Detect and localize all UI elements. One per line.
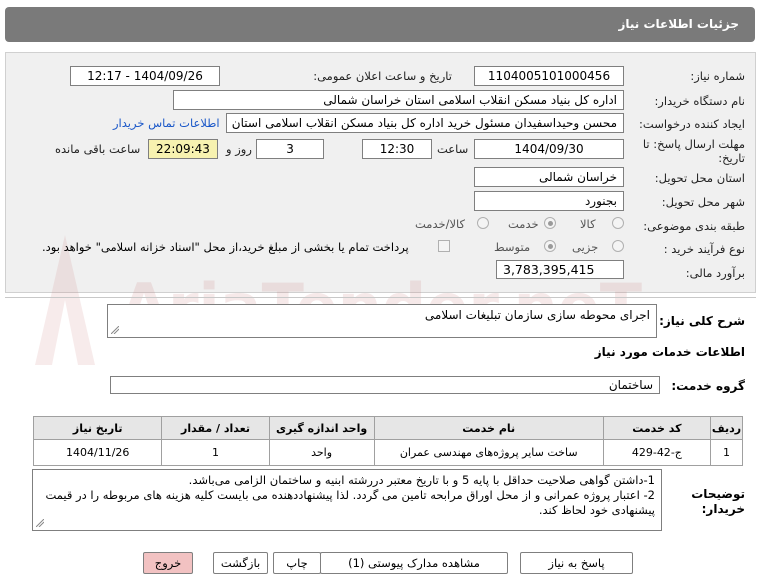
deadline-time-field: 12:30: [362, 139, 432, 159]
process-medium-radio[interactable]: [544, 240, 556, 252]
remaining-label: ساعت باقی مانده: [55, 142, 141, 156]
print-button[interactable]: چاپ: [273, 552, 321, 574]
buyer-note-2: 2- اعتبار پروژه عمرانی و از محل اوراق مر…: [45, 488, 655, 517]
buyer-notes-label-2: خریدار:: [701, 502, 745, 516]
public-announce-field: 1404/09/26 - 12:17: [70, 66, 220, 86]
service-group-field: ساختمان: [110, 376, 660, 394]
page-title: جزئیات اطلاعات نیاز: [618, 17, 739, 31]
table-header-row: ردیف کد خدمت نام خدمت واحد اندازه گیری ت…: [32, 416, 744, 440]
table-row: 1 ج-42-429 ساخت سایر پروژه‌های مهندسی عم…: [32, 439, 744, 466]
col-unit: واحد اندازه گیری: [268, 416, 375, 440]
treasury-note: پرداخت تمام یا بخشی از مبلغ خرید،از محل …: [42, 240, 409, 254]
services-table-wrap: ردیف کد خدمت نام خدمت واحد اندازه گیری ت…: [32, 416, 744, 466]
province-label: استان محل تحویل:: [654, 171, 745, 185]
days-label: روز و: [226, 142, 252, 156]
estimate-field: 3,783,395,415: [496, 260, 624, 279]
cell-need-date: 1404/11/26: [32, 439, 163, 466]
requester-field: محسن وحیداسفیدان مسئول خرید اداره کل بنی…: [226, 113, 624, 133]
watermark-logo: [30, 235, 95, 365]
cell-row: 1: [709, 439, 744, 466]
days-field: 3: [256, 139, 324, 159]
category-service-radio[interactable]: [544, 217, 556, 229]
province-field: خراسان شمالی: [474, 167, 624, 187]
page-header: جزئیات اطلاعات نیاز: [0, 0, 761, 45]
buyer-org-field: اداره کل بنیاد مسکن انقلاب اسلامی استان …: [173, 90, 624, 110]
description-field: اجرای محوطه سازی سازمان تبلیغات اسلامی: [107, 304, 657, 338]
buyer-notes-field: 1-داشتن گواهی صلاحیت حداقل با پایه 5 و ب…: [32, 469, 662, 531]
attachments-button[interactable]: مشاهده مدارک پیوستی (1): [320, 552, 508, 574]
resize-grip-icon[interactable]: [36, 519, 44, 527]
category-goods-label: کالا: [580, 217, 596, 231]
description-label: شرح کلی نیاز:: [659, 314, 745, 328]
need-number-field: 1104005101000456: [474, 66, 624, 86]
cell-service-name: ساخت سایر پروژه‌های مهندسی عمران: [373, 439, 604, 466]
remaining-time-field: 22:09:43: [148, 139, 218, 159]
buyer-contact-link[interactable]: اطلاعات تماس خریدار: [113, 116, 220, 130]
buyer-org-label: نام دستگاه خریدار:: [654, 94, 745, 108]
cell-unit: واحد: [268, 439, 375, 466]
cell-quantity: 1: [161, 439, 270, 466]
service-group-label: گروه خدمت:: [671, 379, 745, 393]
need-number-label: شماره نیاز:: [690, 69, 745, 83]
category-goods-service-radio[interactable]: [477, 217, 489, 229]
process-medium-label: متوسط: [494, 240, 531, 254]
category-label: طبقه بندی موضوعی:: [643, 219, 745, 233]
col-need-date: تاریخ نیاز: [32, 416, 163, 440]
deadline-label: مهلت ارسال پاسخ: تا: [642, 137, 745, 151]
city-field: بجنورد: [474, 191, 624, 211]
resize-grip-icon[interactable]: [111, 326, 119, 334]
col-service-code: کد خدمت: [602, 416, 711, 440]
city-label: شهر محل تحویل:: [661, 195, 745, 209]
divider: [5, 297, 756, 298]
category-goods-service-label: کالا/خدمت: [415, 217, 466, 231]
services-info-title: اطلاعات خدمات مورد نیاز: [594, 345, 745, 359]
need-info-panel: [5, 52, 756, 293]
category-service-label: خدمت: [508, 217, 539, 231]
buyer-notes-label-1: توضیحات: [691, 487, 745, 501]
deadline-label-date: تاریخ:: [718, 151, 745, 165]
back-button[interactable]: بازگشت: [213, 552, 268, 574]
process-label: نوع فرآیند خرید :: [663, 242, 745, 256]
exit-button[interactable]: خروج: [143, 552, 193, 574]
buyer-note-1: 1-داشتن گواهی صلاحیت حداقل با پایه 5 و ب…: [188, 473, 655, 487]
services-table: ردیف کد خدمت نام خدمت واحد اندازه گیری ت…: [32, 416, 744, 466]
process-partial-label: جزیی: [572, 240, 599, 254]
process-partial-radio[interactable]: [612, 240, 624, 252]
requester-label: ایجاد کننده درخواست:: [639, 117, 745, 131]
col-service-name: نام خدمت: [373, 416, 604, 440]
deadline-date-field: 1404/09/30: [474, 139, 624, 159]
category-goods-radio[interactable]: [612, 217, 624, 229]
description-text: اجرای محوطه سازی سازمان تبلیغات اسلامی: [424, 308, 650, 322]
col-row: ردیف: [709, 416, 744, 440]
treasury-checkbox[interactable]: [438, 240, 450, 252]
estimate-label: برآورد مالی:: [685, 266, 745, 280]
deadline-time-label: ساعت: [437, 142, 469, 156]
reply-button[interactable]: پاسخ به نیاز: [520, 552, 633, 574]
cell-service-code: ج-42-429: [602, 439, 711, 466]
col-quantity: تعداد / مقدار: [161, 416, 270, 440]
public-announce-label: تاریخ و ساعت اعلان عمومی:: [313, 69, 452, 83]
